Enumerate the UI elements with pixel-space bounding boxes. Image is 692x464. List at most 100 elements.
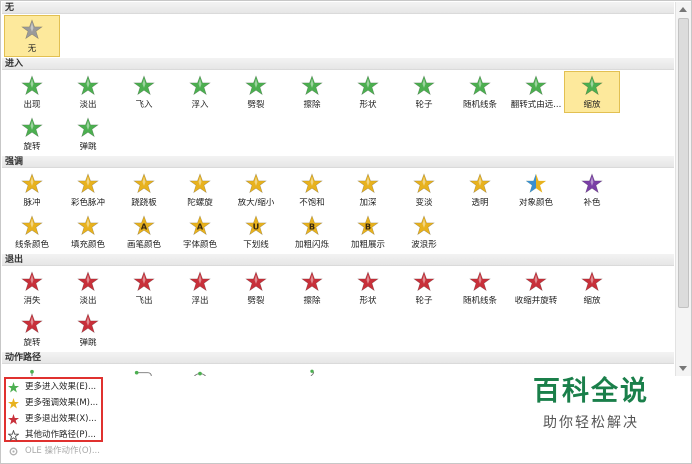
effect-label: 线条颜色: [14, 240, 49, 250]
star-red-icon: [525, 271, 547, 292]
effect-item[interactable]: 弹跳: [60, 113, 116, 155]
effect-item[interactable]: 自定义路径: [284, 365, 340, 376]
effect-item[interactable]: 弹跳: [60, 309, 116, 351]
effect-item[interactable]: 出现: [4, 71, 60, 113]
effect-item[interactable]: 填充颜色: [60, 211, 116, 253]
effect-item[interactable]: 加深: [340, 169, 396, 211]
effect-label: 浮出: [191, 296, 209, 306]
effect-item[interactable]: 缩放: [564, 71, 620, 113]
effect-item[interactable]: A 字体颜色: [172, 211, 228, 253]
star-gold-icon: [77, 173, 99, 194]
effect-label: 跷跷板: [131, 198, 157, 208]
section-header-exit: 退出: [2, 254, 674, 266]
effect-item[interactable]: 擦除: [284, 71, 340, 113]
letter-u-gold-icon: U: [245, 215, 267, 236]
scroll-thumb[interactable]: [678, 18, 689, 308]
effect-item[interactable]: U 下划线: [228, 211, 284, 253]
effect-item[interactable]: 消失: [4, 267, 60, 309]
svg-text:A: A: [197, 222, 204, 232]
scroll-down-arrow-icon[interactable]: [679, 366, 687, 371]
effect-label: 加粗闪烁: [294, 240, 329, 250]
effect-item[interactable]: 无: [4, 15, 60, 57]
effect-item[interactable]: 旋转: [4, 309, 60, 351]
effect-item[interactable]: 擦除: [284, 267, 340, 309]
more-entrance-effects-item[interactable]: 更多进入效果(E)...: [8, 379, 96, 395]
animation-gallery: 无无进入 出现 淡出 飞入 浮入 劈裂 擦除 形状 轮子 随机线条 翻转式由远... 缩放 旋转 弹跳 强调…: [2, 2, 674, 376]
effect-item[interactable]: 透明: [452, 169, 508, 211]
effect-label: 对象颜色: [518, 198, 553, 208]
effect-item[interactable]: 翻转式由远...: [508, 71, 564, 113]
effect-item[interactable]: 飞出: [116, 267, 172, 309]
path-custom-icon: [310, 369, 315, 376]
effect-label: 弹跳: [79, 338, 97, 348]
star-green-icon: [357, 75, 379, 96]
effect-item[interactable]: B 加粗展示: [340, 211, 396, 253]
more-exit-label: 更多退出效果(X)...: [25, 414, 97, 424]
effect-item[interactable]: 劈裂: [228, 71, 284, 113]
star-green-icon: [245, 75, 267, 96]
effects-grid-emphasis: 脉冲 彩色脉冲 跷跷板 陀螺旋 放大/缩小 不饱和 加深 变淡 透明 对象颜色 补色线条颜色 填充颜色…: [2, 168, 674, 254]
ole-action-item[interactable]: OLE 操作动作(O)...: [8, 443, 100, 459]
star-red-icon: [469, 271, 491, 292]
effect-item[interactable]: 直线: [4, 365, 60, 376]
letter-b-gold-icon: B: [301, 215, 323, 236]
effect-item[interactable]: 随机线条: [452, 71, 508, 113]
more-motion-paths-item[interactable]: 其他动作路径(P)...: [8, 427, 96, 443]
more-exit-effects-item[interactable]: 更多退出效果(X)...: [8, 411, 97, 427]
effect-item[interactable]: 循环: [228, 365, 284, 376]
star-green-icon: [413, 75, 435, 96]
effect-item[interactable]: 淡出: [60, 71, 116, 113]
effect-item[interactable]: 陀螺旋: [172, 169, 228, 211]
effect-label: 缩放: [583, 296, 601, 306]
effect-label: 收缩并旋转: [514, 296, 558, 306]
path-line-icon: [30, 369, 34, 376]
effect-item[interactable]: 浮入: [172, 71, 228, 113]
star-green-icon: [133, 75, 155, 96]
star-green-icon: [581, 75, 603, 96]
effect-label: 劈裂: [247, 296, 265, 306]
effect-item[interactable]: 轮子: [396, 267, 452, 309]
effect-item[interactable]: A 画笔颜色: [116, 211, 172, 253]
effect-item[interactable]: 缩放: [564, 267, 620, 309]
effect-item[interactable]: 飞入: [116, 71, 172, 113]
effect-item[interactable]: 补色: [564, 169, 620, 211]
effect-item[interactable]: 不饱和: [284, 169, 340, 211]
effect-item[interactable]: 脉冲: [4, 169, 60, 211]
effect-item[interactable]: 收缩并旋转: [508, 267, 564, 309]
effect-item[interactable]: 波浪形: [396, 211, 452, 253]
effect-item[interactable]: 劈裂: [228, 267, 284, 309]
effect-item[interactable]: 放大/缩小: [228, 169, 284, 211]
star-red-icon: [133, 271, 155, 292]
star-red-icon: [21, 271, 43, 292]
effect-item[interactable]: 形状: [340, 71, 396, 113]
effect-item[interactable]: 随机线条: [452, 267, 508, 309]
star-purple-icon: [581, 173, 603, 194]
effect-item[interactable]: 轮子: [396, 71, 452, 113]
star-red-icon: [245, 271, 267, 292]
more-emphasis-effects-item[interactable]: 更多强调效果(M)...: [8, 395, 98, 411]
star-red-icon: [413, 271, 435, 292]
star-gold-icon: [133, 173, 155, 194]
gallery-scrollbar[interactable]: [675, 2, 691, 376]
scroll-up-arrow-icon[interactable]: [679, 7, 687, 12]
effect-item[interactable]: 线条颜色: [4, 211, 60, 253]
effect-item[interactable]: B 加粗闪烁: [284, 211, 340, 253]
effect-item[interactable]: 形状: [172, 365, 228, 376]
letter-b-gold-icon: B: [357, 215, 379, 236]
effect-item[interactable]: 形状: [340, 267, 396, 309]
star-red-icon: [189, 271, 211, 292]
effect-item[interactable]: 淡出: [60, 267, 116, 309]
effect-item[interactable]: 变淡: [396, 169, 452, 211]
star-gold-icon: [413, 215, 435, 236]
effect-item[interactable]: 旋转: [4, 113, 60, 155]
star-green-icon: [77, 75, 99, 96]
effect-label: 彩色脉冲: [70, 198, 105, 208]
effect-item[interactable]: 对象颜色: [508, 169, 564, 211]
star-gold-icon: [245, 173, 267, 194]
effect-item[interactable]: 跷跷板: [116, 169, 172, 211]
effect-item[interactable]: 转弯: [116, 365, 172, 376]
effect-item[interactable]: 弧形: [60, 365, 116, 376]
effect-item[interactable]: 彩色脉冲: [60, 169, 116, 211]
effect-label: 陀螺旋: [187, 198, 213, 208]
effect-item[interactable]: 浮出: [172, 267, 228, 309]
